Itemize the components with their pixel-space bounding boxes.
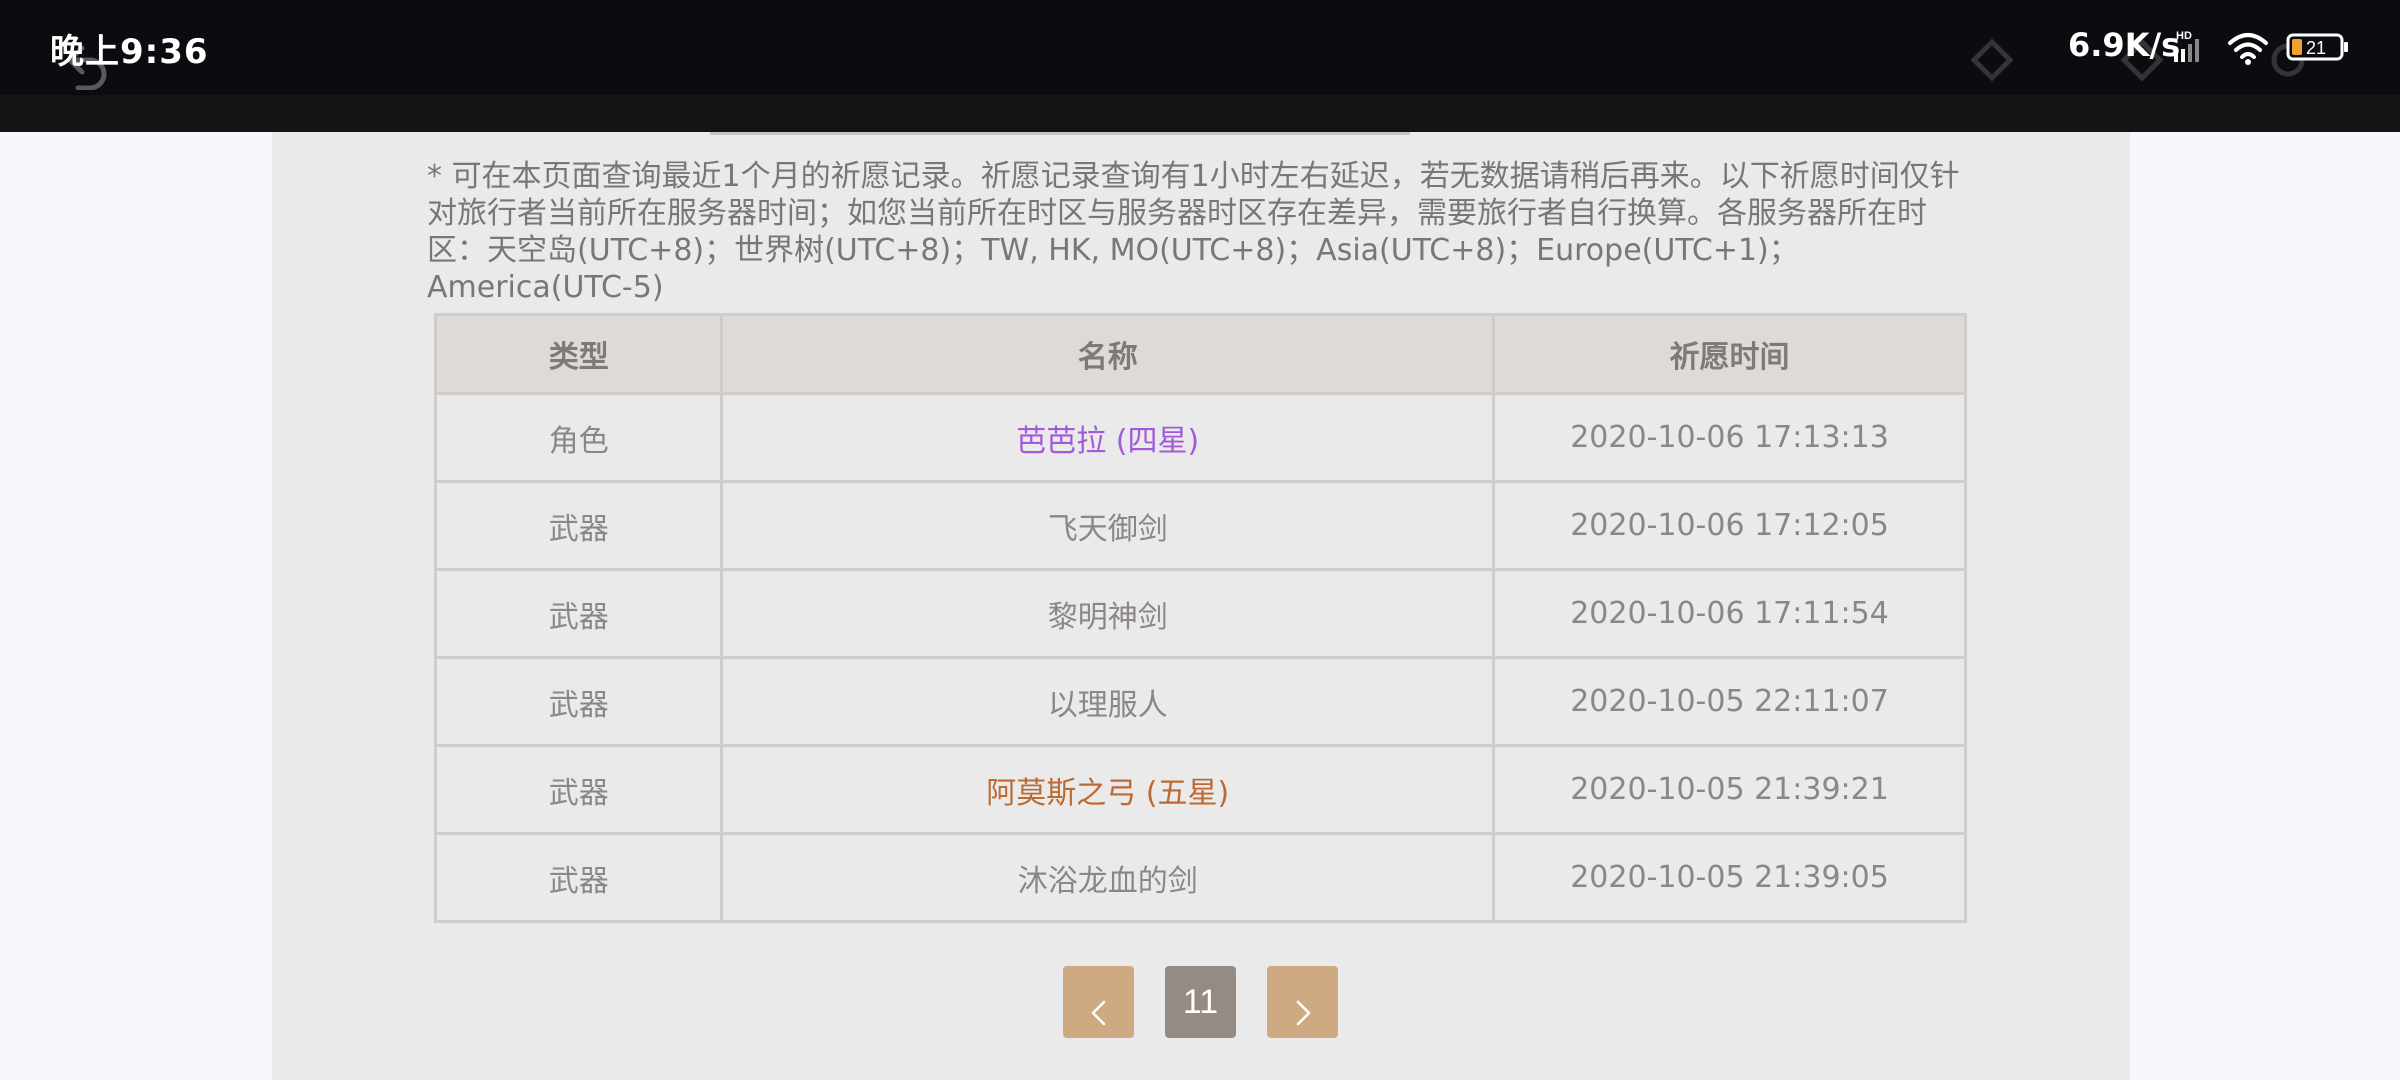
header-name: 名称 (720, 313, 1496, 395)
row-time: 2020-10-06 17:11:54 (1492, 568, 1967, 659)
row-time: 2020-10-05 22:11:07 (1492, 656, 1967, 747)
row-type: 角色 (433, 392, 724, 483)
row-name: 飞天御剑 (720, 480, 1496, 571)
table-row: 武器 黎明神剑 2020-10-06 17:11:54 (433, 568, 1967, 659)
chevron-right-icon (1296, 1000, 1310, 1026)
table-row: 武器 以理服人 2020-10-05 22:11:07 (433, 656, 1967, 747)
row-time: 2020-10-06 17:13:13 (1492, 392, 1967, 483)
row-name: 阿莫斯之弓 (五星) (720, 744, 1496, 835)
row-time: 2020-10-05 21:39:05 (1492, 832, 1967, 923)
row-time: 2020-10-06 17:12:05 (1492, 480, 1967, 571)
battery-level: 21 (2306, 38, 2326, 58)
row-type: 武器 (433, 480, 724, 571)
row-type: 武器 (433, 744, 724, 835)
table-header-row: 类型 名称 祈愿时间 (433, 313, 1967, 395)
row-name: 沐浴龙血的剑 (720, 832, 1496, 923)
network-speed: 6.9K/s (2068, 26, 2181, 64)
panel-top-edge (710, 132, 1410, 135)
table-row: 武器 沐浴龙血的剑 2020-10-05 21:39:05 (433, 832, 1967, 923)
chevron-left-icon (1091, 1000, 1105, 1026)
row-time: 2020-10-05 21:39:21 (1492, 744, 1967, 835)
row-type: 武器 (433, 568, 724, 659)
status-bar: 晚上9:36 6.9K/s HD 21 (0, 0, 2400, 132)
status-bar-strip (0, 95, 2400, 132)
wish-records-table: 类型 名称 祈愿时间 角色 芭芭拉 (四星) 2020-10-06 17:13:… (433, 313, 1967, 923)
table-row: 武器 飞天御剑 2020-10-06 17:12:05 (433, 480, 1967, 571)
row-type: 武器 (433, 656, 724, 747)
current-page-indicator[interactable]: 11 (1165, 966, 1236, 1038)
row-name: 以理服人 (720, 656, 1496, 747)
row-name: 黎明神剑 (720, 568, 1496, 659)
table-row: 武器 阿莫斯之弓 (五星) 2020-10-05 21:39:21 (433, 744, 1967, 835)
next-page-button[interactable] (1267, 966, 1338, 1038)
row-type: 武器 (433, 832, 724, 923)
signal-hd-label: HD (2176, 30, 2192, 42)
signal-icon: HD (2174, 30, 2199, 62)
status-time: 晚上9:36 (50, 32, 209, 72)
row-name: 芭芭拉 (四星) (720, 392, 1496, 483)
prev-page-button[interactable] (1063, 966, 1134, 1038)
ghost-diamond-icon (1970, 38, 2014, 82)
notice-text: * 可在本页面查询最近1个月的祈愿记录。祈愿记录查询有1小时左右延迟，若无数据请… (427, 159, 1960, 305)
wifi-icon (2228, 33, 2268, 65)
header-time: 祈愿时间 (1492, 313, 1967, 395)
table-row: 角色 芭芭拉 (四星) 2020-10-06 17:13:13 (433, 392, 1967, 483)
header-type: 类型 (433, 313, 724, 395)
battery-icon: 21 (2286, 33, 2348, 61)
